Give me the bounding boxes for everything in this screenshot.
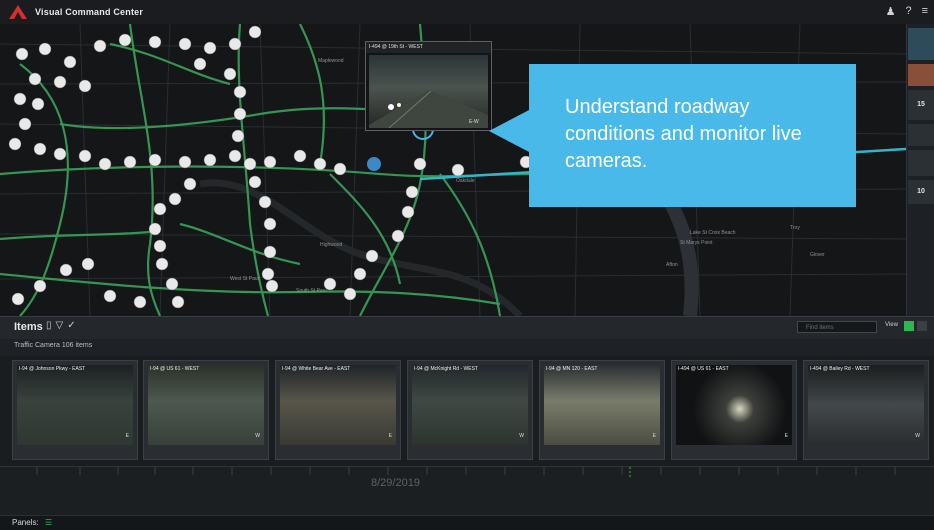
items-search-input[interactable]: Find items (797, 321, 877, 333)
sign-filter-icon[interactable]: ✓ (67, 320, 75, 331)
camera-thumbnail[interactable]: I-494 @ US 61 - EAST E (671, 360, 797, 460)
svg-text:Afton: Afton (666, 262, 678, 268)
help-icon[interactable]: ? (905, 5, 911, 18)
svg-text:Maplewood: Maplewood (318, 58, 344, 64)
camera-feed-image: E-W (369, 90, 488, 128)
camera-popup-title: I-494 @ 19th St - WEST (366, 42, 491, 53)
right-panel-card-3[interactable] (908, 124, 934, 146)
menu-icon[interactable]: ≡ (922, 5, 928, 18)
panels-label: Panels: (12, 518, 39, 527)
popup-direction-mark: E-W (469, 119, 479, 125)
panel-toggle-icon[interactable]: ☰ (45, 518, 52, 527)
camera-image (676, 365, 792, 445)
right-panel-value-2[interactable]: 10 (908, 180, 934, 204)
svg-text:Glover: Glover (810, 252, 825, 258)
camera-thumbnail[interactable]: I-94 @ Johnson Pkwy - EAST E (12, 360, 138, 460)
callout-box: Understand roadway conditions and monito… (529, 64, 856, 207)
camera-title: I-94 @ MN 120 - EAST (546, 366, 598, 372)
camera-title: I-94 @ Johnson Pkwy - EAST (19, 366, 86, 372)
camera-image (280, 365, 396, 445)
items-header: Items ▯ ▽ ✓ Find items View (0, 316, 934, 340)
map-view[interactable]: Maplewood Lake St Croix Beach St Marys Poi… (0, 24, 906, 316)
timeline-ticks (36, 467, 896, 477)
camera-popup[interactable]: I-494 @ 19th St - WEST E-W (365, 41, 492, 131)
camera-image (544, 365, 660, 445)
camera-direction-mark: E (784, 433, 788, 439)
camera-thumbnail[interactable]: I-94 @ White Bear Ave - EAST E (275, 360, 401, 460)
items-title: Items (14, 321, 43, 333)
camera-filter-icon[interactable]: ▯ (46, 320, 52, 331)
filter-icon[interactable]: ▽ (56, 320, 64, 331)
camera-thumbnail[interactable]: I-94 @ MN 120 - EAST E (539, 360, 665, 460)
camera-title: I-494 @ US 61 - EAST (678, 366, 729, 372)
svg-text:West St Paul: West St Paul (230, 276, 259, 282)
grid-view-icon[interactable] (904, 321, 914, 331)
items-filter-icons: ▯ ▽ ✓ (46, 320, 76, 331)
camera-direction-mark: W (255, 433, 260, 439)
camera-direction-mark: E (388, 433, 392, 439)
camera-image (17, 365, 133, 445)
callout-text: Understand roadway conditions and monito… (565, 96, 802, 172)
camera-direction-mark: W (519, 433, 524, 439)
camera-count-label: Traffic Camera 106 items (14, 342, 93, 349)
right-panel-value-1[interactable]: 15 (908, 90, 934, 120)
camera-title: I-94 @ US 61 - WEST (150, 366, 200, 372)
camera-direction-mark: W (915, 433, 920, 439)
app-logo-icon (9, 5, 27, 19)
right-panel-card-1[interactable] (908, 28, 934, 60)
svg-text:Lake St Croix Beach: Lake St Croix Beach (690, 230, 736, 236)
camera-thumbnail[interactable]: I-494 @ Bailey Rd - WEST W (803, 360, 929, 460)
svg-text:South St Paul: South St Paul (296, 288, 327, 294)
svg-text:Troy: Troy (790, 225, 800, 231)
timeline[interactable]: 8/29/2019 (0, 466, 934, 516)
camera-thumbnail-strip: I-94 @ Johnson Pkwy - EAST E I-94 @ US 6… (0, 356, 934, 466)
camera-title: I-94 @ White Bear Ave - EAST (282, 366, 351, 372)
bottom-bar: Panels: ☰ (0, 515, 934, 530)
camera-image (412, 365, 528, 445)
timeline-date: 8/29/2019 (371, 477, 420, 489)
camera-image (148, 365, 264, 445)
camera-direction-mark: E (125, 433, 129, 439)
svg-text:Oakdale: Oakdale (456, 178, 475, 184)
right-panel: 15 10 (906, 24, 934, 316)
callout-pointer (489, 109, 531, 153)
user-icon[interactable]: ♟ (886, 5, 896, 18)
right-panel-card-2[interactable] (908, 64, 934, 86)
camera-image (808, 365, 924, 445)
camera-popup-feed: E-W (369, 55, 488, 128)
camera-thumbnail[interactable]: I-94 @ McKnight Rd - WEST W (407, 360, 533, 460)
camera-thumbnail[interactable]: I-94 @ US 61 - WEST W (143, 360, 269, 460)
top-icons: ♟ ? ≡ (886, 5, 928, 18)
camera-title: I-494 @ Bailey Rd - WEST (810, 366, 870, 372)
camera-direction-mark: E (652, 433, 656, 439)
items-subheader: Traffic Camera 106 items (0, 339, 934, 356)
svg-text:St Marys Point: St Marys Point (680, 240, 713, 246)
right-panel-card-4[interactable] (908, 150, 934, 176)
list-view-icon[interactable] (917, 321, 927, 331)
svg-text:Highwood: Highwood (320, 242, 342, 248)
view-label: View (885, 322, 898, 328)
top-bar: Visual Command Center ♟ ? ≡ (0, 0, 934, 25)
camera-title: I-94 @ McKnight Rd - WEST (414, 366, 478, 372)
app-title: Visual Command Center (35, 7, 144, 17)
